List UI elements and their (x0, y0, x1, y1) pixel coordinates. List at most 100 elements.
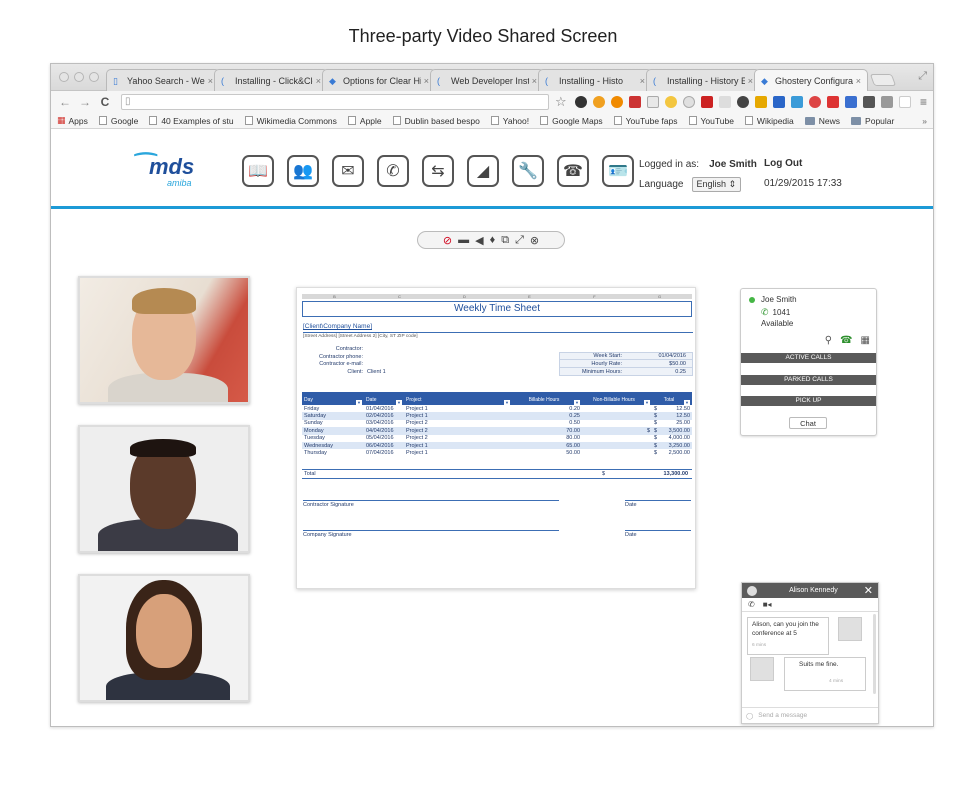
video-participant-1[interactable] (78, 276, 250, 404)
close-icon[interactable]: ⊗ (530, 234, 539, 247)
shared-spreadsheet[interactable]: B C D E F G Weekly Time Sheet [Client\Company… (296, 287, 696, 589)
cell-nonbill[interactable] (582, 449, 652, 456)
bookmark-item[interactable]: News (804, 116, 840, 126)
extension-icon[interactable] (754, 96, 767, 108)
video-participant-2[interactable] (78, 425, 250, 553)
filter-dropdown-icon[interactable]: ▼ (396, 400, 402, 405)
bookmark-item[interactable]: YouTube (688, 116, 734, 126)
extension-icon[interactable] (592, 96, 605, 108)
minimize-window-button[interactable] (74, 72, 84, 82)
chat-button[interactable]: Chat (789, 417, 827, 429)
search-icon[interactable]: ⚲ (825, 335, 832, 346)
parked-calls-header[interactable]: PARKED CALLS (741, 375, 876, 385)
extension-icon[interactable] (808, 96, 821, 108)
share-screen-icon[interactable]: ⧉ (501, 234, 509, 247)
directory-button[interactable]: 📖 (242, 155, 274, 187)
dialpad-icon[interactable]: ▦ (861, 335, 870, 346)
fullscreen-icon[interactable]: ⤢ (918, 70, 927, 83)
bookmark-item[interactable]: Wikimedia Commons (244, 116, 337, 126)
gear-icon[interactable] (736, 96, 749, 108)
menu-icon[interactable]: ≡ (920, 95, 927, 109)
browser-tab[interactable]: (Web Developer Installed× (430, 69, 544, 91)
extension-icon[interactable] (880, 96, 893, 108)
cell-nonbill[interactable] (582, 420, 652, 427)
cell-project[interactable]: Project 1 (404, 441, 512, 450)
extension-icon[interactable] (790, 96, 803, 108)
cell-billable[interactable]: 50.00 (512, 449, 582, 456)
cell-total[interactable]: $2,500.00 (652, 449, 692, 456)
microphone-icon[interactable]: ♦ (490, 234, 496, 246)
bookmark-star-icon[interactable]: ☆ (555, 94, 567, 110)
cell-billable[interactable]: 80.00 (512, 435, 582, 442)
cell-day[interactable]: Saturday (302, 412, 364, 420)
language-select[interactable]: English ⇕ (691, 176, 742, 192)
extension-icon[interactable] (664, 96, 677, 108)
cell-day[interactable]: Sunday (302, 420, 364, 427)
extension-icon[interactable] (826, 96, 839, 108)
browser-tab[interactable]: ◆ Options for Clear Histor× (322, 69, 436, 91)
cell-project[interactable]: Project 2 (404, 435, 512, 442)
browser-tab[interactable]: (Installing - Click&Clean× (214, 69, 328, 91)
expand-icon[interactable]: ⤢ (515, 234, 524, 247)
filter-dropdown-icon[interactable]: ▼ (574, 400, 580, 405)
close-tab-icon[interactable]: × (532, 76, 537, 86)
bookmark-item[interactable]: Wikipedia (744, 116, 794, 126)
cell-total[interactable]: $4,000.00 (652, 435, 692, 442)
cell-billable[interactable]: 0.50 (512, 420, 582, 427)
cell-date[interactable]: 03/04/2016 (364, 420, 404, 427)
extension-icon[interactable] (574, 96, 587, 108)
cell-nonbill[interactable] (582, 441, 652, 450)
call-forward-button[interactable]: ⇆ (422, 155, 454, 187)
voicemail-button[interactable]: ✉ (332, 155, 364, 187)
browser-tab[interactable]: ▯ Yahoo Search - Web Sea× (106, 69, 220, 91)
filter-dropdown-icon[interactable]: ▼ (684, 400, 690, 405)
chat-scrollbar[interactable] (873, 614, 876, 694)
cell-nonbill[interactable] (582, 412, 652, 420)
cell-total[interactable]: $3,250.00 (652, 441, 692, 450)
statistics-button[interactable]: ◢ (467, 155, 499, 187)
cell-date[interactable]: 05/04/2016 (364, 435, 404, 442)
video-camera-icon[interactable]: ■◂ (763, 600, 772, 609)
pick-up-header[interactable]: PICK UP (741, 396, 876, 406)
extension-icon[interactable] (772, 96, 785, 108)
cell-project[interactable]: Project 2 (404, 427, 512, 435)
close-tab-icon[interactable]: × (748, 76, 753, 86)
camera-icon[interactable]: ▬ (458, 234, 469, 246)
back-button[interactable]: ← (57, 95, 73, 109)
bookmark-item[interactable]: Google Maps (540, 116, 603, 126)
maximize-window-button[interactable] (89, 72, 99, 82)
bookmark-item[interactable]: Yahoo! (490, 116, 529, 126)
video-off-icon[interactable]: ⊘ (443, 234, 452, 247)
filter-dropdown-icon[interactable]: ▼ (356, 400, 362, 405)
settings-button[interactable]: 🔧 (512, 155, 544, 187)
column-header[interactable]: Billable Hours ▼ (512, 392, 582, 405)
extension-icon[interactable] (628, 96, 641, 108)
cell-day[interactable]: Monday (302, 427, 364, 435)
extension-icon[interactable] (718, 96, 731, 108)
bookmark-item[interactable]: Google (98, 116, 138, 126)
bookmark-item[interactable]: Popular (851, 116, 894, 126)
bookmark-item[interactable]: ▦ Apps (57, 115, 88, 126)
cell-nonbill[interactable] (582, 435, 652, 442)
close-tab-icon[interactable]: × (640, 76, 645, 86)
cell-date[interactable]: 01/04/2016 (364, 405, 404, 412)
close-window-button[interactable] (59, 72, 69, 82)
amazon-icon[interactable] (898, 96, 911, 108)
cell-project[interactable]: Project 1 (404, 405, 512, 412)
cell-total[interactable]: $3,500.00 (652, 427, 692, 435)
cell-billable[interactable]: 0.25 (512, 412, 582, 420)
address-bar[interactable]: ▯ (121, 94, 549, 110)
reload-button[interactable]: C (97, 95, 113, 109)
phone-button[interactable]: ☎ (557, 155, 589, 187)
call-history-button[interactable]: ✆ (377, 155, 409, 187)
cell-total[interactable]: $25.00 (652, 420, 692, 427)
extension-icon[interactable] (646, 96, 659, 108)
browser-tab[interactable]: (Installing - History Erase× (646, 69, 760, 91)
cell-project[interactable]: Project 1 (404, 412, 512, 420)
logout-link[interactable]: Log Out (764, 155, 842, 173)
cell-project[interactable]: Project 2 (404, 420, 512, 427)
close-tab-icon[interactable]: × (424, 76, 429, 86)
cell-total[interactable]: $12.50 (652, 405, 692, 412)
video-participant-3[interactable] (78, 574, 250, 702)
contacts-button[interactable]: 👥 (287, 155, 319, 187)
